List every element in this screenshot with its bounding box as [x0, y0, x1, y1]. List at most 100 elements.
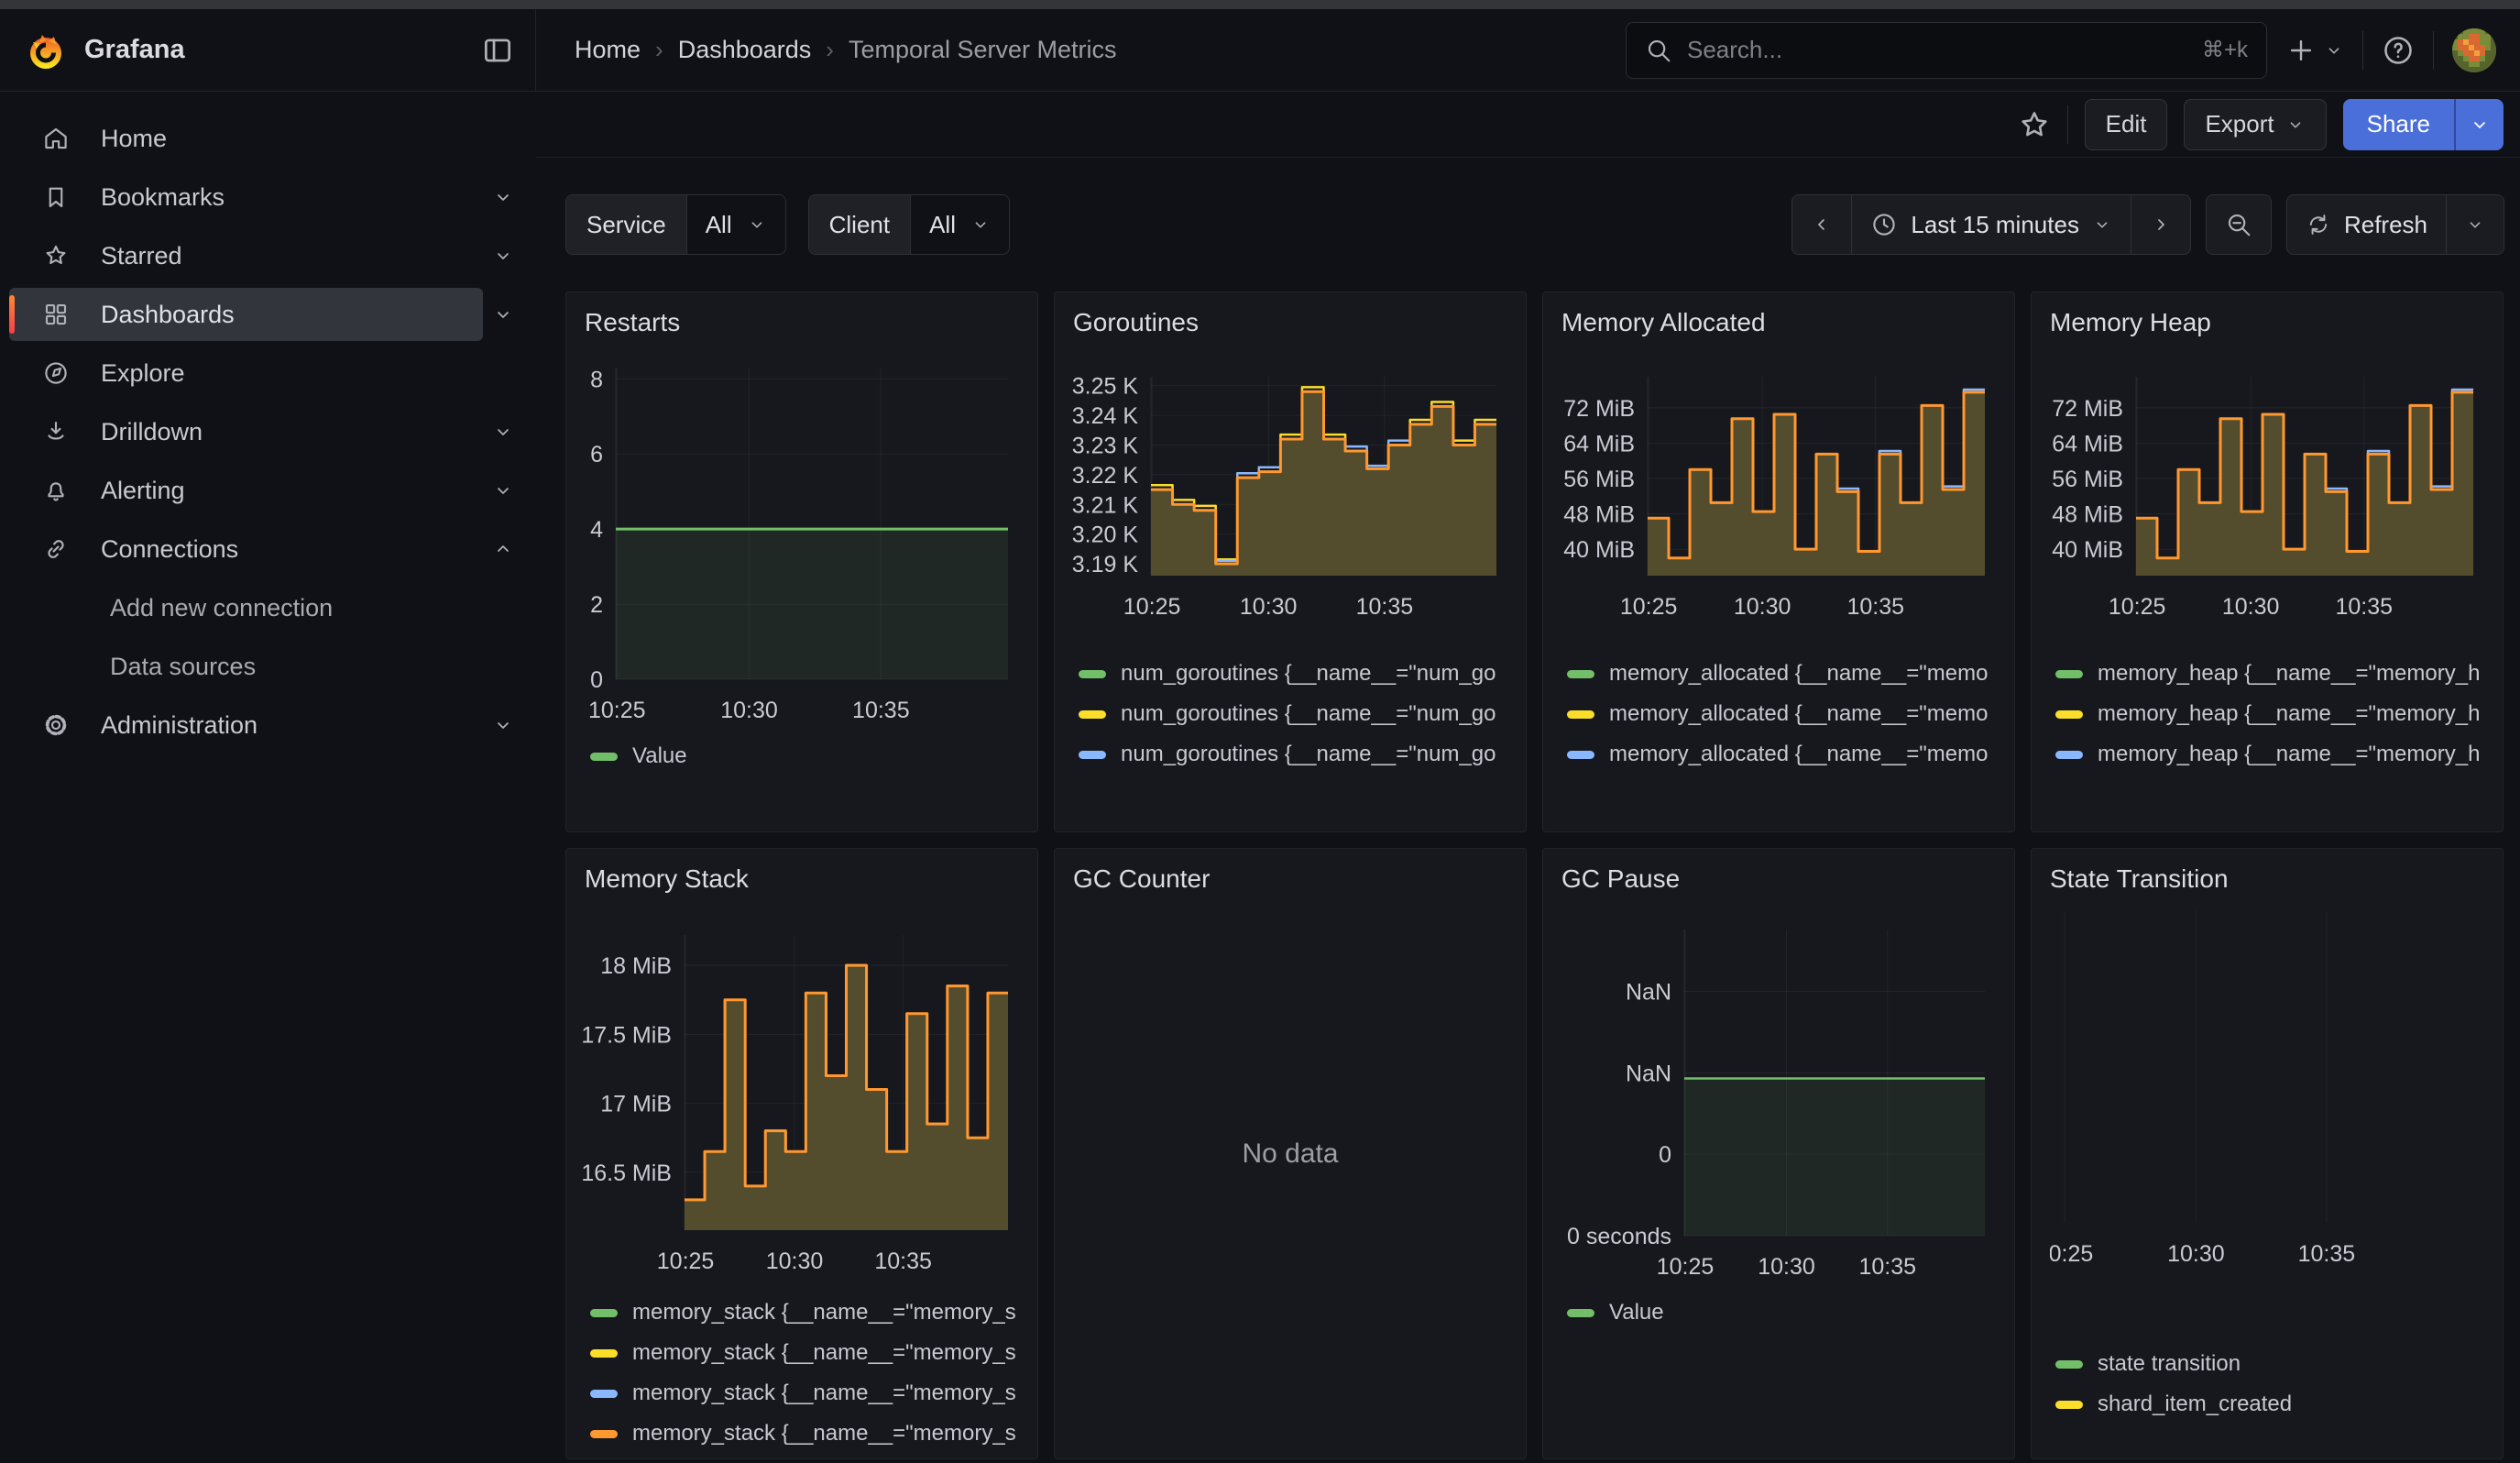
sidebar-item-add-new-connection[interactable]: Add new connection	[9, 581, 523, 634]
legend-label: num_goroutines {__name__="num_go	[1121, 661, 1496, 687]
window-top-strip	[0, 0, 2520, 9]
chevron-down-icon[interactable]	[483, 186, 523, 208]
panel-title[interactable]: Restarts	[585, 305, 680, 340]
favorite-star-button[interactable]	[2018, 108, 2051, 141]
sidebar-item-alerting[interactable]: Alerting	[9, 464, 483, 517]
panel-restarts: Restarts 10:2510:3010:3502468 Value	[565, 292, 1038, 832]
panel-grid: Restarts 10:2510:3010:3502468 Value Goro…	[565, 292, 2504, 1459]
chevron-down-icon[interactable]	[483, 303, 523, 325]
user-avatar[interactable]	[2452, 28, 2496, 72]
legend-item[interactable]: Value	[590, 736, 1019, 776]
grafana-logo-icon[interactable]	[24, 29, 66, 72]
search-shortcut: ⌘+k	[2202, 37, 2248, 63]
sidebar-item-data-sources[interactable]: Data sources	[9, 640, 523, 693]
legend-color-swatch	[1567, 670, 1594, 678]
sidebar-item-starred[interactable]: Starred	[9, 229, 483, 282]
legend-color-swatch	[2055, 710, 2083, 719]
svg-text:10:30: 10:30	[2167, 1241, 2225, 1267]
legend-item[interactable]: memory_allocated {__name__="memo	[1567, 734, 1996, 775]
divider	[2067, 105, 2068, 144]
legend-color-swatch	[1567, 710, 1594, 719]
legend-item[interactable]: memory_heap {__name__="memory_h	[2055, 694, 2484, 734]
panel-goroutines: Goroutines 10:2510:3010:353.19 K3.20 K3.…	[1054, 292, 1527, 832]
time-series-chart[interactable]: 10:2510:3010:3502468	[585, 346, 1019, 731]
sidebar-item-bookmarks[interactable]: Bookmarks	[9, 170, 483, 224]
sidebar-item-label: Data sources	[110, 653, 256, 681]
breadcrumb-dashboards[interactable]: Dashboards	[678, 36, 812, 64]
legend-item[interactable]: memory_stack {__name__="memory_s	[590, 1373, 1019, 1414]
sidebar-item-explore[interactable]: Explore	[9, 346, 523, 400]
export-button[interactable]: Export	[2184, 99, 2326, 150]
legend-item[interactable]: num_goroutines {__name__="num_go	[1079, 775, 1507, 784]
legend-item[interactable]: memory_heap {__name__="memory_h	[2055, 654, 2484, 694]
panel-title[interactable]: State Transition	[2050, 862, 2229, 896]
chevron-up-icon[interactable]	[483, 538, 523, 560]
legend-item[interactable]: shard_item_created	[2055, 1384, 2484, 1424]
legend-label: num_goroutines {__name__="num_go	[1121, 742, 1496, 767]
chevron-down-icon[interactable]	[483, 714, 523, 736]
svg-text:3.23 K: 3.23 K	[1072, 433, 1139, 458]
svg-text:3.22 K: 3.22 K	[1072, 463, 1139, 489]
share-dropdown-button[interactable]	[2454, 99, 2504, 150]
time-series-chart[interactable]: 10:2510:3010:350 seconds0NaNNaN	[1561, 902, 1996, 1287]
svg-text:0 seconds: 0 seconds	[1567, 1224, 1671, 1249]
refresh-interval-dropdown[interactable]	[2446, 194, 2504, 255]
refresh-label: Refresh	[2344, 211, 2427, 239]
chevron-down-icon[interactable]	[483, 421, 523, 443]
sidebar-item-administration[interactable]: Administration	[9, 698, 483, 752]
client-filter[interactable]: Client All	[808, 194, 1010, 255]
service-filter[interactable]: Service All	[565, 194, 786, 255]
legend-item[interactable]: num_goroutines {__name__="num_go	[1079, 694, 1507, 734]
legend-item[interactable]: memory_heap {__name__="memory_h	[2055, 734, 2484, 775]
legend-item[interactable]: memory_stack {__name__="memory_s	[590, 1333, 1019, 1373]
no-data-message: No data	[1242, 1138, 1338, 1170]
time-series-chart[interactable]: 10:2510:3010:3516.5 MiB17 MiB17.5 MiB18 …	[585, 902, 1019, 1287]
time-shift-forward-button[interactable]	[2131, 194, 2191, 255]
zoom-out-button[interactable]	[2206, 194, 2272, 255]
time-shift-back-button[interactable]	[1791, 194, 1852, 255]
time-series-chart[interactable]: 10:2510:3010:3540 MiB48 MiB56 MiB64 MiB7…	[2050, 346, 2484, 648]
legend-item[interactable]: num_goroutines {__name__="num_go	[1079, 734, 1507, 775]
svg-text:10:30: 10:30	[1734, 594, 1791, 620]
legend-item[interactable]: memory_stack {__name__="memory_s	[590, 1414, 1019, 1454]
sidebar-item-dashboards[interactable]: Dashboards	[9, 288, 483, 341]
legend-item[interactable]: memory_stack {__name__="memory_s	[590, 1292, 1019, 1333]
sidebar-item-connections[interactable]: Connections	[9, 522, 483, 576]
legend-item[interactable]: Value	[1567, 1292, 1996, 1333]
time-series-chart[interactable]: 10:2510:3010:3540 MiB48 MiB56 MiB64 MiB7…	[1561, 346, 1996, 648]
time-series-chart[interactable]: 10:2510:3010:35	[2050, 902, 2484, 1287]
drilldown-icon	[42, 418, 70, 446]
edit-button[interactable]: Edit	[2085, 99, 2168, 150]
refresh-button[interactable]: Refresh	[2286, 194, 2447, 255]
angle-right-icon	[2150, 214, 2172, 236]
help-button[interactable]	[2382, 34, 2415, 67]
svg-text:2: 2	[590, 592, 603, 618]
legend-item[interactable]: memory_allocated {__name__="memo	[1567, 694, 1996, 734]
sidebar-item-home[interactable]: Home	[9, 112, 523, 165]
breadcrumb-home[interactable]: Home	[575, 36, 641, 64]
share-button[interactable]: Share	[2343, 99, 2454, 150]
search-input[interactable]: Search... ⌘+k	[1626, 22, 2267, 79]
bookmark-icon	[42, 183, 70, 211]
panel-title[interactable]: Memory Heap	[2050, 305, 2211, 340]
sidebar-item-drilldown[interactable]: Drilldown	[9, 405, 483, 458]
panel-title[interactable]: Goroutines	[1073, 305, 1199, 340]
chevron-down-icon[interactable]	[483, 479, 523, 501]
panel-title[interactable]: GC Pause	[1561, 862, 1680, 896]
add-new-button[interactable]	[2285, 35, 2344, 66]
legend-item[interactable]: num_goroutines {__name__="num_go	[1079, 654, 1507, 694]
svg-text:10:35: 10:35	[1846, 594, 1904, 620]
legend-item[interactable]: memory_allocated {__name__="memo	[1567, 654, 1996, 694]
time-series-chart[interactable]: 10:2510:3010:353.19 K3.20 K3.21 K3.22 K3…	[1073, 346, 1507, 648]
legend-item[interactable]: memory_heap {__name__="memory_h	[2055, 775, 2484, 784]
share-split-button: Share	[2343, 99, 2504, 150]
panel-title[interactable]: Memory Stack	[585, 862, 749, 896]
panel-title[interactable]: Memory Allocated	[1561, 305, 1766, 340]
chevron-down-icon[interactable]	[483, 245, 523, 267]
legend-label: memory_allocated {__name__="memo	[1609, 742, 1988, 767]
legend-item[interactable]: memory_allocated {__name__="memo	[1567, 775, 1996, 784]
sidebar-item-label: Starred	[101, 242, 182, 270]
dock-sidebar-icon[interactable]	[480, 33, 515, 68]
legend-item[interactable]: state transition	[2055, 1344, 2484, 1384]
time-range-picker[interactable]: Last 15 minutes	[1851, 194, 2131, 255]
